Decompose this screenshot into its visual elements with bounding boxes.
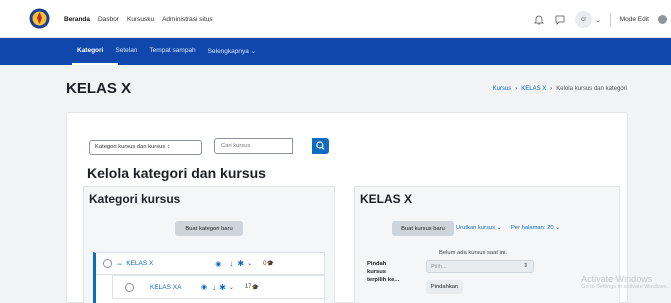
course-count: 17 (244, 284, 252, 290)
activate-windows-watermark: Activate Windows Go to Settings to activ… (581, 274, 668, 290)
primary-nav: Beranda Dasbor Kursusku Administrasi sit… (64, 16, 213, 23)
breadcrumb-kelas-x[interactable]: KELAS X (521, 86, 546, 92)
move-target-value: Pilih... (431, 264, 447, 270)
eye-icon[interactable]: ◉ (215, 260, 221, 268)
breadcrumb-kursus[interactable]: Kursus (493, 86, 512, 92)
graduation-cap-icon: 🎓 (251, 284, 260, 291)
nav-kursusku[interactable]: Kursusku (127, 16, 154, 23)
category-tree: − KELAS X ◉ ↓ ✱ ⌄ 0 🎓 KELAS XA ◉ ↓ ✱ ⌄ 1… (93, 252, 325, 303)
breadcrumb-current: Kelola kursus dan kategori (556, 86, 627, 92)
nav-dasbor[interactable]: Dasbor (98, 16, 119, 23)
move-target-select[interactable]: Pilih... ⇕ (426, 260, 534, 273)
courses-panel: KELAS X Buat kursus baru Urutkan kursus … (354, 186, 620, 303)
category-row[interactable]: KELAS XA ◉ ↓ ✱ ⌄ 17 🎓 (112, 275, 325, 299)
eye-icon[interactable]: ◉ (201, 283, 207, 291)
categories-panel: Kategori kursus Buat kategori baru − KEL… (83, 186, 335, 303)
nav-administrasi-situs[interactable]: Administrasi situs (162, 16, 213, 23)
user-menu[interactable]: cr ⌄ (575, 11, 601, 28)
categories-heading: Kategori kursus (89, 192, 181, 206)
gear-icon[interactable]: ✱ (219, 283, 226, 292)
search-input[interactable]: Cari kursus (214, 138, 293, 154)
user-menu-area: cr ⌄ Mode Edit (533, 11, 667, 28)
per-page-link[interactable]: Per halaman: 20 ⌄ (511, 225, 560, 231)
breadcrumb: Kursus › KELAS X › Kelola kursus dan kat… (493, 86, 627, 92)
nav-beranda[interactable]: Beranda (64, 16, 90, 23)
move-button[interactable]: Pindahkan (426, 280, 463, 294)
sort-courses-link[interactable]: Urutkan kursus ⌄ (456, 225, 501, 231)
move-courses-label: Pindah kursus terpilih ke... (367, 261, 400, 283)
collapse-icon[interactable]: − (117, 259, 122, 269)
top-navbar: Beranda Dasbor Kursusku Administrasi sit… (0, 0, 671, 38)
bell-icon[interactable] (533, 14, 545, 26)
new-course-button[interactable]: Buat kursus baru (392, 221, 454, 236)
tab-setelan[interactable]: Setelan (115, 47, 137, 55)
tab-kategori[interactable]: Kategori (77, 47, 103, 55)
watermark-title: Activate Windows (581, 274, 653, 284)
select-arrow-icon: ⇕ (523, 263, 528, 269)
view-mode-select[interactable]: Kategori kursus dan kursus ↕ (89, 140, 202, 155)
breadcrumb-separator: › (515, 86, 518, 92)
secondary-navbar: Kategori Setelan Tempat sampah Selengkap… (0, 38, 671, 65)
courses-heading: KELAS X (360, 192, 413, 206)
active-tab-indicator (72, 63, 118, 65)
category-row[interactable]: − KELAS X ◉ ↓ ✱ ⌄ 0 🎓 (96, 253, 324, 275)
page-title: KELAS X (66, 80, 132, 97)
category-checkbox[interactable] (125, 282, 134, 292)
chevron-down-icon: ⌄ (595, 16, 601, 24)
chevron-down-icon[interactable]: ⌄ (247, 260, 252, 267)
gear-icon[interactable]: ✱ (237, 259, 244, 268)
site-logo[interactable] (29, 8, 50, 29)
main-card: Kategori kursus dan kursus ↕ Cari kursus… (66, 112, 628, 303)
mode-edit-label: Mode Edit (619, 16, 649, 23)
search-button[interactable] (312, 138, 329, 154)
category-name[interactable]: KELAS XA (150, 284, 194, 291)
new-category-button[interactable]: Buat kategori baru (175, 221, 243, 236)
secondary-tabs: Kategori Setelan Tempat sampah Selengkap… (77, 47, 256, 55)
empty-courses-message: Belum ada kursus saat ini. (439, 250, 507, 256)
avatar[interactable]: cr (575, 11, 593, 28)
tab-tempat-sampah[interactable]: Tempat sampah (149, 47, 195, 55)
arrow-down-icon[interactable]: ↓ (212, 283, 216, 292)
watermark-subtitle: Go to Settings to activate Windows. (581, 284, 668, 290)
search-icon (316, 141, 325, 150)
breadcrumb-separator: › (550, 86, 553, 92)
chevron-down-icon[interactable]: ⌄ (229, 284, 234, 291)
category-name[interactable]: KELAS X (126, 260, 206, 267)
graduation-cap-icon: 🎓 (266, 261, 274, 267)
arrow-down-icon[interactable]: ↓ (229, 259, 233, 268)
chat-icon[interactable] (554, 14, 566, 26)
edit-mode-toggle[interactable] (658, 15, 667, 24)
divider (609, 12, 611, 27)
manage-heading: Kelola kategori dan kursus (87, 165, 266, 181)
category-checkbox[interactable] (103, 259, 112, 268)
tab-selengkapnya[interactable]: Selengkapnya ⌄ (208, 47, 256, 55)
